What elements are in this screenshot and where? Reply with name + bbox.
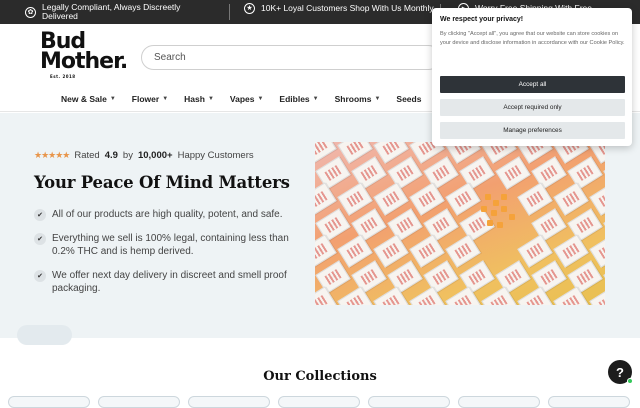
brand-logo[interactable]: Bud Mother. Est. 2018 [40, 31, 128, 80]
chevron-down-icon: ▼ [374, 96, 381, 102]
nav-label: Flower [131, 94, 160, 104]
nav-item-hash[interactable]: Hash ▼ [184, 94, 214, 104]
nav-item-vapes[interactable]: Vapes ▼ [230, 94, 264, 104]
announcement-text: Legally Compliant, Always Discreetly Del… [42, 2, 181, 21]
bullet-text: Everything we sell is 100% legal, contai… [52, 233, 289, 257]
chevron-down-icon: ▼ [162, 96, 169, 102]
gummy-piece [485, 194, 491, 200]
nav-label: Vapes [229, 94, 255, 104]
hero-bullets: ✔ All of our products are high quality, … [34, 208, 299, 306]
bullet-text: We offer next day delivery in discreet a… [52, 270, 287, 294]
rating-prefix: Rated [74, 150, 100, 161]
collection-tab[interactable] [188, 396, 270, 408]
gummy-piece [493, 200, 499, 206]
check-icon: ✔ [34, 209, 46, 221]
hero-bullet: ✔ All of our products are high quality, … [34, 208, 299, 221]
logo-line-2: Mother. [40, 49, 128, 74]
manage-preferences-button[interactable]: Manage preferences [440, 122, 625, 139]
collections-title: Our Collections [263, 369, 377, 384]
collection-tab[interactable] [368, 396, 450, 408]
question-icon: ? [616, 364, 624, 380]
rating-by: by [122, 150, 133, 161]
check-icon: ✔ [34, 233, 46, 245]
product-pack [373, 182, 409, 216]
announcement-divider [229, 4, 230, 20]
accept-required-button[interactable]: Accept required only [440, 99, 625, 116]
gummy-piece [481, 206, 487, 212]
online-status-dot [627, 378, 633, 384]
hero-bullet: ✔ Everything we sell is 100% legal, cont… [34, 232, 299, 258]
nav-label: Hash [184, 94, 205, 104]
nav-label: New & Sale [61, 94, 107, 104]
cookie-body: By clicking "Accept all", you agree that… [440, 31, 625, 47]
nav-item-new-sale[interactable]: New & Sale ▼ [61, 94, 116, 104]
logo-est: Est. 2018 [50, 74, 76, 79]
product-pack [589, 286, 605, 305]
announcement-item-customers: ★ 10K+ Loyal Customers Shop With Us Mont… [244, 3, 434, 14]
chevron-down-icon: ▼ [312, 96, 319, 102]
product-pack [553, 182, 589, 216]
nav-label: Shrooms [334, 94, 372, 104]
gummy-piece [501, 206, 507, 212]
collection-tab[interactable] [548, 396, 630, 408]
nav-item-edibles[interactable]: Edibles ▼ [279, 94, 318, 104]
cookie-title: We respect your privacy! [440, 16, 524, 23]
cannabis-leaf-icon: ✿ [25, 6, 36, 18]
chevron-down-icon: ▼ [109, 96, 116, 102]
nav-item-seeds[interactable]: Seeds [396, 94, 421, 104]
rating-suffix: Happy Customers [177, 150, 254, 161]
product-pack [517, 234, 553, 268]
check-icon: ✔ [34, 270, 46, 282]
gummy-piece [487, 220, 493, 226]
product-pack [337, 182, 373, 216]
nav-label: Edibles [279, 94, 310, 104]
main-nav: New & Sale ▼ Flower ▼ Hash ▼ Vapes ▼ Edibles… [61, 94, 464, 104]
hero-bullet: ✔ We offer next day delivery in discreet… [34, 269, 299, 295]
product-pack [553, 234, 589, 268]
gummy-piece [509, 214, 515, 220]
gummy-piece [501, 194, 507, 200]
hero-product-image [315, 142, 605, 305]
bullet-text: All of our products are high quality, po… [52, 209, 283, 220]
product-pack [373, 234, 409, 268]
gummy-piece [497, 222, 503, 228]
rating-stars-icon: ★★★★★ [34, 150, 70, 160]
product-pack [409, 182, 445, 216]
hero-section: ★★★★★ Rated 4.9 by 10,000+ Happy Custome… [0, 113, 640, 345]
product-pack [445, 182, 481, 216]
collection-tab[interactable] [98, 396, 180, 408]
nav-label: Seeds [396, 94, 422, 104]
rating-value: 4.9 [104, 150, 118, 161]
collection-tab[interactable] [8, 396, 90, 408]
product-pack [337, 234, 373, 268]
chevron-down-icon: ▼ [257, 96, 264, 102]
accept-all-button[interactable]: Accept all [440, 76, 625, 93]
nav-item-flower[interactable]: Flower ▼ [132, 94, 168, 104]
announcement-item-compliance: ✿ Legally Compliant, Always Discreetly D… [25, 3, 217, 21]
collection-tab[interactable] [458, 396, 540, 408]
product-pack [495, 156, 531, 190]
collection-tab[interactable] [278, 396, 360, 408]
help-button[interactable]: ? [608, 360, 633, 384]
product-pack [517, 182, 553, 216]
product-pack [409, 234, 445, 268]
chat-bubble-placeholder [17, 325, 72, 345]
hero-title: Your Peace Of Mind Matters [34, 173, 290, 192]
nav-item-shrooms[interactable]: Shrooms ▼ [335, 94, 381, 104]
cookie-consent-dialog: We respect your privacy! By clicking "Ac… [432, 8, 632, 146]
search-input[interactable]: Search [141, 45, 441, 70]
search-placeholder: Search [154, 52, 186, 63]
announcement-text: 10K+ Loyal Customers Shop With Us Monthl… [261, 3, 434, 13]
rating-row: ★★★★★ Rated 4.9 by 10,000+ Happy Custome… [34, 150, 254, 161]
product-pack [445, 234, 481, 268]
rating-count: 10,000+ [137, 150, 173, 161]
chevron-down-icon: ▼ [207, 96, 214, 102]
gummy-piece [491, 210, 497, 216]
award-icon: ★ [244, 3, 255, 14]
